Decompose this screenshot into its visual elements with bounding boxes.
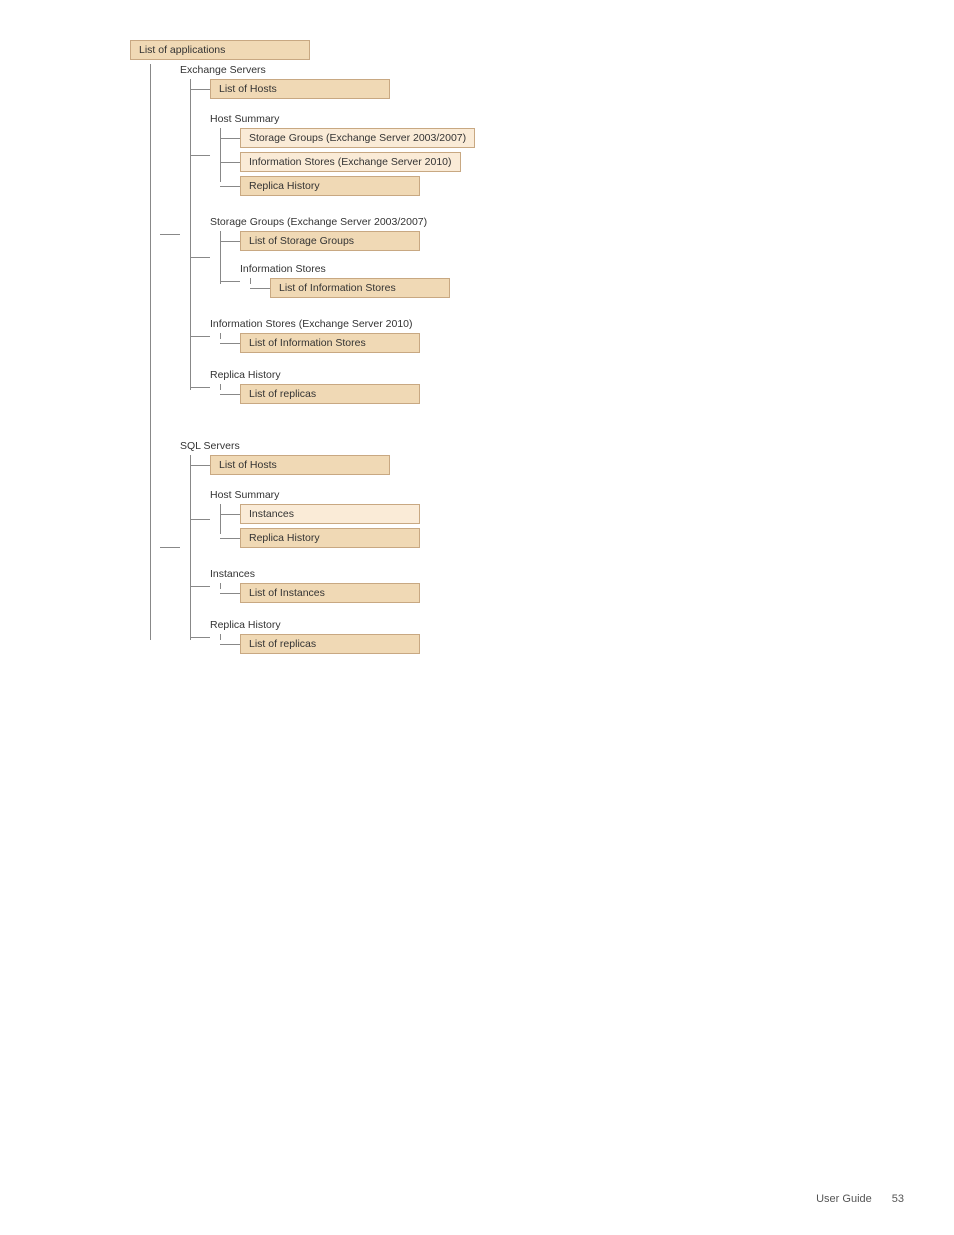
sql-instances-list: List of Instances	[240, 583, 420, 603]
exchange-summary-box-0: Storage Groups (Exchange Server 2003/200…	[240, 128, 475, 148]
sql-section: SQL Servers List of Hosts Host Summary I…	[180, 440, 475, 654]
sql-host-summary-label: Host Summary	[210, 489, 475, 501]
sql-replica-list-row: List of replicas	[240, 634, 475, 654]
page-footer: User Guide 53	[816, 1193, 904, 1205]
sql-replica-title: Replica History	[210, 619, 475, 631]
sql-instances-list-row: List of Instances	[240, 583, 475, 603]
exchange-list-hosts: List of Hosts	[210, 79, 390, 99]
footer-label: User Guide	[816, 1193, 872, 1205]
exchange-summary-box-2: Replica History	[240, 176, 420, 196]
sql-replica-section: Replica History List of replicas	[210, 619, 475, 654]
exchange-is-list: List of Information Stores	[240, 333, 420, 353]
exchange-replica-list: List of replicas	[240, 384, 420, 404]
exchange-replica-title: Replica History	[210, 369, 475, 381]
exchange-is-title: Information Stores (Exchange Server 2010…	[210, 318, 475, 330]
sql-replica-list: List of replicas	[240, 634, 420, 654]
footer-page: 53	[892, 1193, 904, 1205]
exchange-sg-list-row: List of Storage Groups	[240, 231, 475, 251]
sql-instances-section: Instances List of Instances	[210, 568, 475, 603]
exchange-section: Exchange Servers List of Hosts Host Summ…	[180, 64, 475, 404]
exchange-summary-box-1: Information Stores (Exchange Server 2010…	[240, 152, 461, 172]
sql-host-summary-row: Host Summary Instances Replica History	[210, 489, 475, 548]
exchange-summary-item-2: Replica History	[240, 176, 475, 196]
exchange-storage-groups-section: Storage Groups (Exchange Server 2003/200…	[210, 216, 475, 298]
exchange-sg-info-stores-list-row: List of Information Stores	[270, 278, 475, 298]
exchange-summary-item-1: Information Stores (Exchange Server 2010…	[240, 152, 475, 172]
sql-summary-box-0: Instances	[240, 504, 420, 524]
exchange-title: Exchange Servers	[180, 64, 475, 76]
sql-summary-item-0: Instances	[240, 504, 475, 524]
exchange-summary-item-0: Storage Groups (Exchange Server 2003/200…	[240, 128, 475, 148]
exchange-host-summary-label: Host Summary	[210, 113, 475, 125]
exchange-sg-info-stores-list: List of Information Stores	[270, 278, 450, 298]
exchange-host-summary-row: Host Summary Storage Groups (Exchange Se…	[210, 113, 475, 196]
exchange-replica-section: Replica History List of replicas	[210, 369, 475, 404]
exchange-is-list-row: List of Information Stores	[240, 333, 475, 353]
exchange-sg-info-stores-title: Information Stores	[240, 263, 475, 275]
exchange-replica-list-row: List of replicas	[240, 384, 475, 404]
exchange-sg-list: List of Storage Groups	[240, 231, 420, 251]
sql-summary-box-1: Replica History	[240, 528, 420, 548]
sql-summary-item-1: Replica History	[240, 528, 475, 548]
sql-list-hosts-row: List of Hosts	[210, 455, 475, 475]
exchange-list-hosts-row: List of Hosts	[210, 79, 475, 99]
diagram: List of applications Exchange Servers Li…	[130, 40, 475, 660]
sql-list-hosts: List of Hosts	[210, 455, 390, 475]
sql-instances-title: Instances	[210, 568, 475, 580]
exchange-sg-title: Storage Groups (Exchange Server 2003/200…	[210, 216, 475, 228]
exchange-sg-info-stores-row: Information Stores List of Information S…	[240, 263, 475, 298]
root-node: List of applications	[130, 40, 475, 60]
sql-title: SQL Servers	[180, 440, 475, 452]
exchange-info-stores-section: Information Stores (Exchange Server 2010…	[210, 318, 475, 353]
root-box: List of applications	[130, 40, 310, 60]
